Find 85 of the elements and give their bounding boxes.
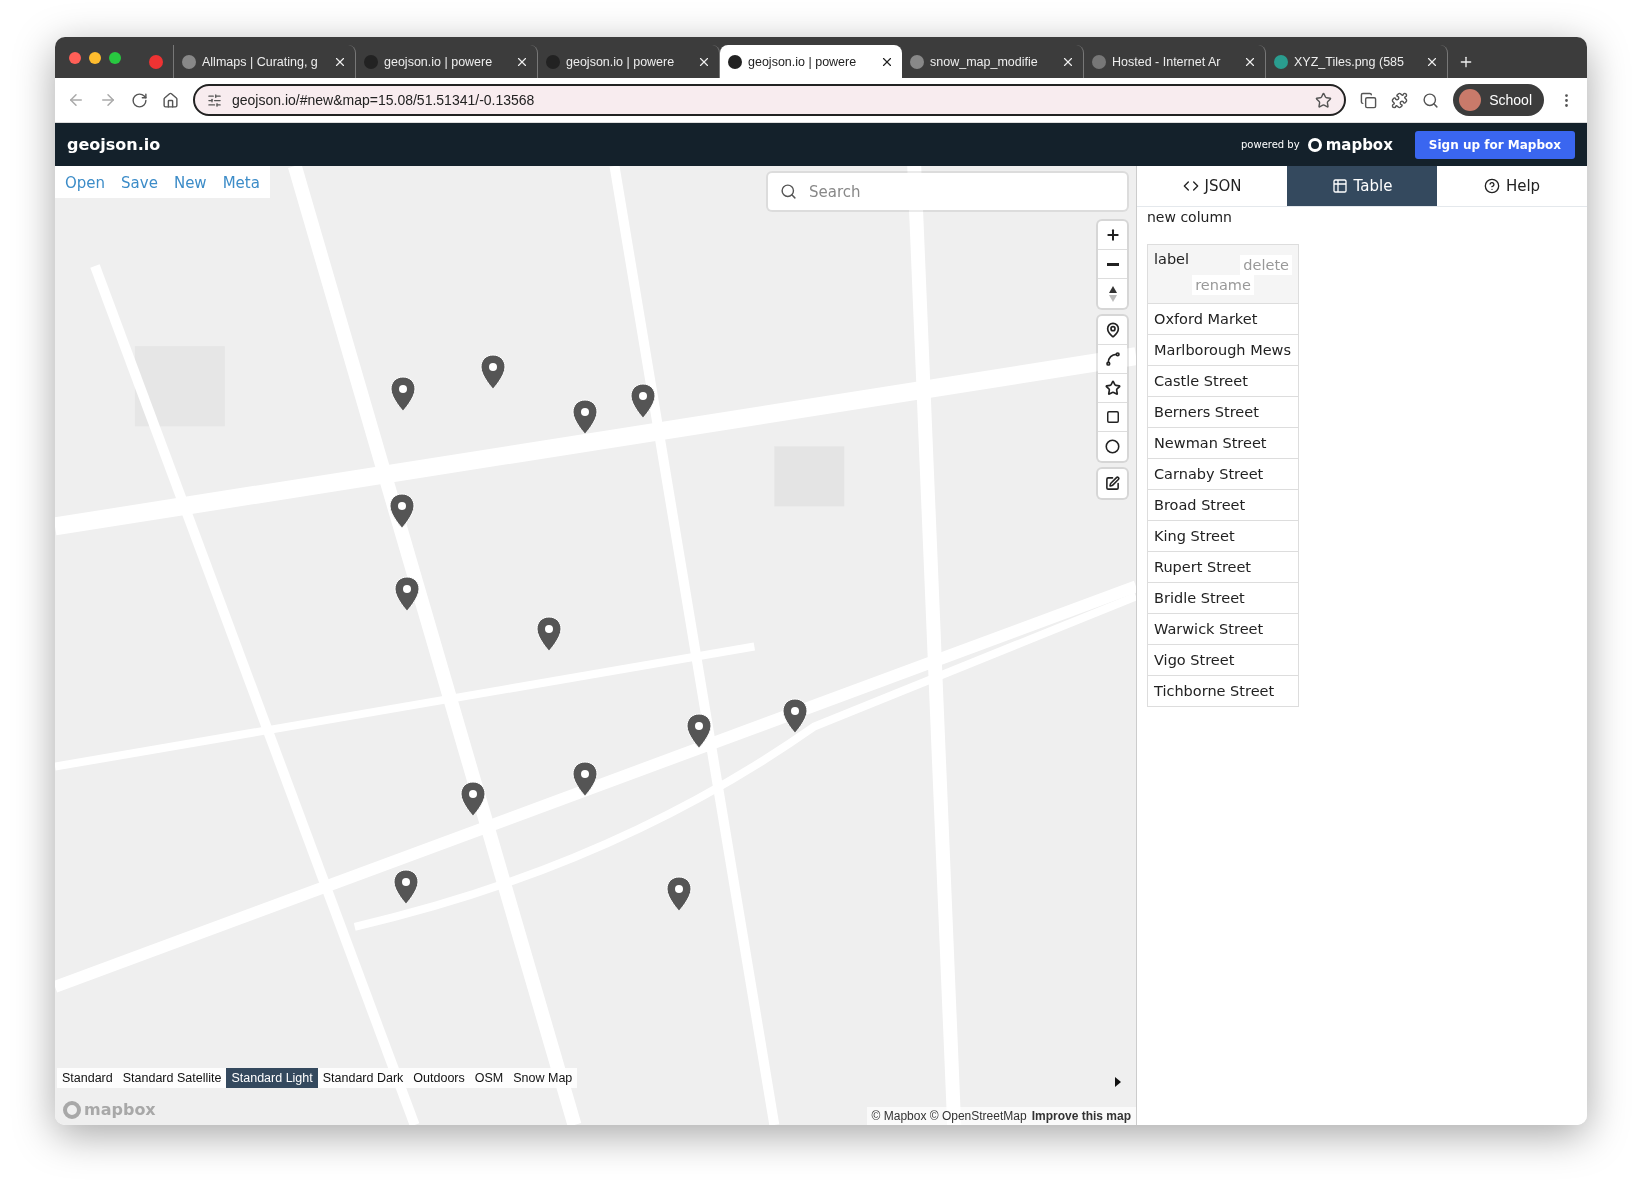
bookmark-icon[interactable] xyxy=(1315,91,1333,109)
layer-option[interactable]: Snow Map xyxy=(508,1068,578,1088)
edit-icon xyxy=(1105,476,1120,491)
map-marker[interactable] xyxy=(571,761,598,798)
signup-button[interactable]: Sign up for Mapbox xyxy=(1414,130,1575,159)
next-icon[interactable] xyxy=(1114,1077,1122,1087)
map-marker[interactable] xyxy=(459,781,486,818)
browser-tab[interactable]: geojson.io | powere xyxy=(720,45,902,78)
layer-option[interactable]: Outdoors xyxy=(408,1068,470,1088)
map-marker[interactable] xyxy=(666,875,692,912)
menu-link[interactable]: Meta xyxy=(214,174,268,192)
search-field[interactable]: Search xyxy=(768,173,1127,210)
avatar-icon xyxy=(1459,89,1482,111)
attribution-text: © Mapbox © OpenStreetMap xyxy=(871,1109,1027,1123)
mapbox-logo: mapbox xyxy=(1307,135,1393,154)
search-icon xyxy=(780,183,797,200)
powered-by-text: powered by xyxy=(1241,139,1300,150)
site-icon xyxy=(728,54,742,69)
map-marker[interactable] xyxy=(388,493,415,530)
map-logo: mapbox xyxy=(63,1100,156,1119)
profile-button[interactable]: School xyxy=(1453,84,1544,116)
url-text: geojson.io/#new&map=15.08/51.51341/-0.13568 xyxy=(232,92,536,108)
map-marker[interactable] xyxy=(393,576,420,613)
app-title: geojson.io xyxy=(67,135,162,154)
minimize-window-icon[interactable] xyxy=(89,51,101,64)
close-window-icon[interactable] xyxy=(69,51,81,64)
map-marker[interactable] xyxy=(479,354,506,391)
star-icon xyxy=(1104,380,1121,396)
site-icon xyxy=(1274,54,1288,69)
map-marker[interactable] xyxy=(392,869,419,906)
site-icon xyxy=(364,54,378,69)
table-cell[interactable]: Broad Street xyxy=(1147,489,1299,521)
search-icon[interactable] xyxy=(1422,91,1440,109)
table-cell[interactable]: Warwick Street xyxy=(1147,613,1299,645)
improve-map-link[interactable]: Improve this map xyxy=(1031,1109,1131,1123)
table-cell[interactable]: Berners Street xyxy=(1147,396,1299,428)
site-icon xyxy=(182,54,196,69)
table-cell[interactable]: Tichborne Street xyxy=(1147,675,1299,707)
layer-option[interactable]: Standard Satellite xyxy=(117,1068,227,1088)
help-icon xyxy=(1483,178,1500,194)
site-settings-icon[interactable] xyxy=(207,92,222,108)
pin-icon xyxy=(1104,322,1121,338)
compass-icon xyxy=(1107,284,1118,303)
square-icon xyxy=(1105,410,1120,424)
site-icon xyxy=(546,54,560,69)
site-icon xyxy=(1092,54,1106,69)
layer-option[interactable]: Standard Light xyxy=(226,1068,318,1088)
table-cell[interactable]: Oxford Market xyxy=(1147,303,1299,335)
search-input[interactable]: Search xyxy=(807,181,1115,202)
minus-icon xyxy=(1106,262,1119,266)
map-marker[interactable] xyxy=(536,615,563,652)
table-cell[interactable]: Rupert Street xyxy=(1147,551,1299,583)
reload-icon[interactable] xyxy=(131,91,148,109)
map-marker[interactable] xyxy=(630,383,657,420)
map-marker[interactable] xyxy=(782,697,809,734)
layer-option[interactable]: Standard xyxy=(57,1068,118,1088)
table-cell[interactable]: Newman Street xyxy=(1147,427,1299,459)
menu-link[interactable]: Save xyxy=(113,174,166,192)
table-icon xyxy=(1331,178,1348,194)
new-column-link[interactable]: new column xyxy=(1147,209,1232,225)
home-icon[interactable] xyxy=(162,91,179,109)
menu-link[interactable]: New xyxy=(165,174,215,192)
site-icon xyxy=(910,54,924,69)
layer-option[interactable]: OSM xyxy=(469,1068,509,1088)
table-cell[interactable]: Bridle Street xyxy=(1147,582,1299,614)
column-name: label xyxy=(1154,251,1190,267)
menu-link[interactable]: Open xyxy=(57,174,114,192)
line-icon xyxy=(1104,351,1121,367)
map-marker[interactable] xyxy=(571,399,598,436)
tab-copy-icon[interactable] xyxy=(1360,91,1378,109)
panel-tab[interactable]: Table xyxy=(1287,166,1437,206)
circle-icon xyxy=(1105,439,1120,454)
maximize-window-icon[interactable] xyxy=(109,51,121,64)
table-cell[interactable]: Vigo Street xyxy=(1147,644,1299,676)
map-marker[interactable] xyxy=(685,713,712,750)
plus-icon xyxy=(1104,227,1121,243)
layer-option[interactable]: Standard Dark xyxy=(317,1068,409,1088)
address-bar[interactable]: geojson.io/#new&map=15.08/51.51341/-0.13568 xyxy=(193,84,1347,116)
extensions-icon[interactable] xyxy=(1391,91,1409,109)
table-cell[interactable]: Marlborough Mews xyxy=(1147,334,1299,366)
code-icon xyxy=(1182,178,1199,194)
table-cell[interactable]: Castle Street xyxy=(1147,365,1299,397)
table-cell[interactable]: Carnaby Street xyxy=(1147,458,1299,490)
table-cell[interactable]: King Street xyxy=(1147,520,1299,552)
map-marker[interactable] xyxy=(389,376,416,413)
